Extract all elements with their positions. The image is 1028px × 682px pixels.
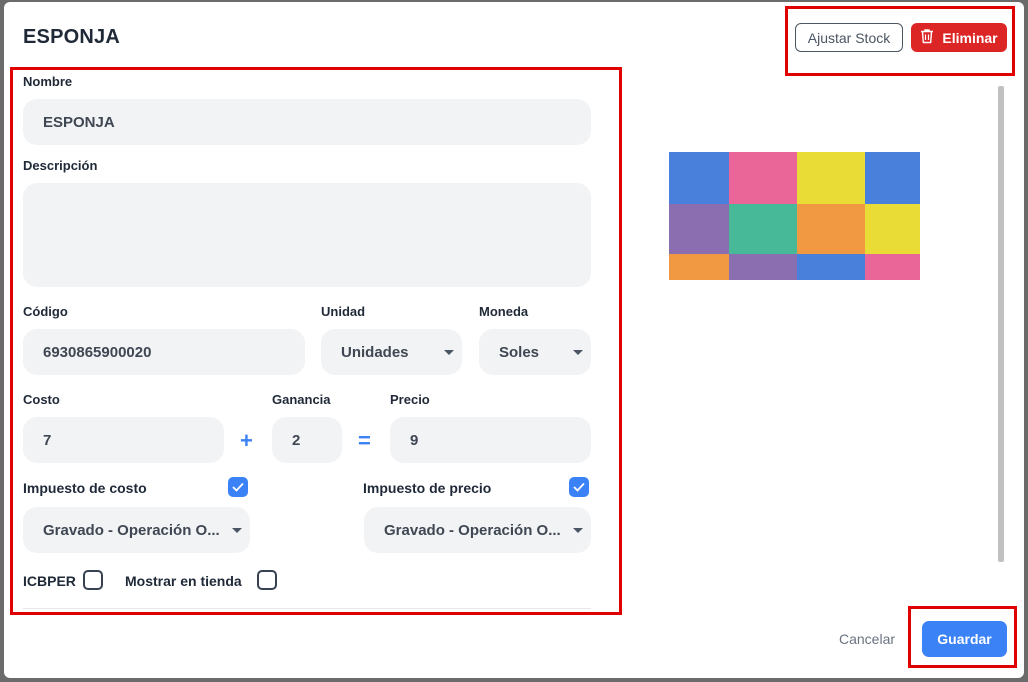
cost-tax-select[interactable]: Gravado - Operación O... <box>23 507 250 553</box>
price-tax-select[interactable]: Gravado - Operación O... <box>364 507 591 553</box>
icbper-checkbox[interactable] <box>83 570 103 590</box>
description-label: Descripción <box>23 158 98 173</box>
trash-icon <box>920 28 934 47</box>
chevron-down-icon <box>573 350 583 355</box>
scrollbar-thumb[interactable] <box>998 86 1004 562</box>
cost-label: Costo <box>23 392 60 407</box>
product-image <box>669 152 920 280</box>
cost-tax-checkbox[interactable] <box>228 477 248 497</box>
save-button[interactable]: Guardar <box>922 621 1007 657</box>
chevron-down-icon <box>573 528 583 533</box>
price-tax-select-value: Gravado - Operación O... <box>384 521 561 539</box>
unit-select-value: Unidades <box>341 343 409 361</box>
show-in-store-label: Mostrar en tienda <box>125 573 242 589</box>
unit-select[interactable]: Unidades <box>321 329 462 375</box>
cancel-button[interactable]: Cancelar <box>839 631 895 647</box>
plus-sign: + <box>240 428 253 453</box>
show-in-store-checkbox[interactable] <box>257 570 277 590</box>
name-label: Nombre <box>23 74 73 89</box>
form-divider <box>23 608 591 609</box>
description-textarea[interactable] <box>23 183 591 287</box>
icbper-label: ICBPER <box>23 573 76 589</box>
adjust-stock-button[interactable]: Ajustar Stock <box>795 23 903 52</box>
price-label: Precio <box>390 392 430 407</box>
delete-button[interactable]: Eliminar <box>911 23 1007 52</box>
price-tax-label: Impuesto de precio <box>363 480 492 496</box>
cost-tax-label: Impuesto de costo <box>23 480 147 496</box>
check-icon <box>573 482 585 492</box>
code-label: Código <box>23 304 68 319</box>
price-input[interactable]: 9 <box>390 417 591 463</box>
delete-button-label: Eliminar <box>942 29 998 46</box>
chevron-down-icon <box>232 528 242 533</box>
edit-product-modal: ESPONJA Ajustar Stock Eliminar Nombre ES… <box>4 2 1024 678</box>
name-input[interactable]: ESPONJA <box>23 99 591 145</box>
cost-input[interactable]: 7 <box>23 417 224 463</box>
chevron-down-icon <box>444 350 454 355</box>
modal-title: ESPONJA <box>23 26 120 48</box>
profit-label: Ganancia <box>272 392 331 407</box>
price-tax-checkbox[interactable] <box>569 477 589 497</box>
currency-select-value: Soles <box>499 343 540 361</box>
currency-select[interactable]: Soles <box>479 329 591 375</box>
cost-tax-select-value: Gravado - Operación O... <box>43 521 220 539</box>
unit-label: Unidad <box>321 304 366 319</box>
currency-label: Moneda <box>479 304 529 319</box>
equals-sign: = <box>358 428 371 453</box>
profit-input[interactable]: 2 <box>272 417 342 463</box>
code-input[interactable]: 6930865900020 <box>23 329 305 375</box>
check-icon <box>232 482 244 492</box>
